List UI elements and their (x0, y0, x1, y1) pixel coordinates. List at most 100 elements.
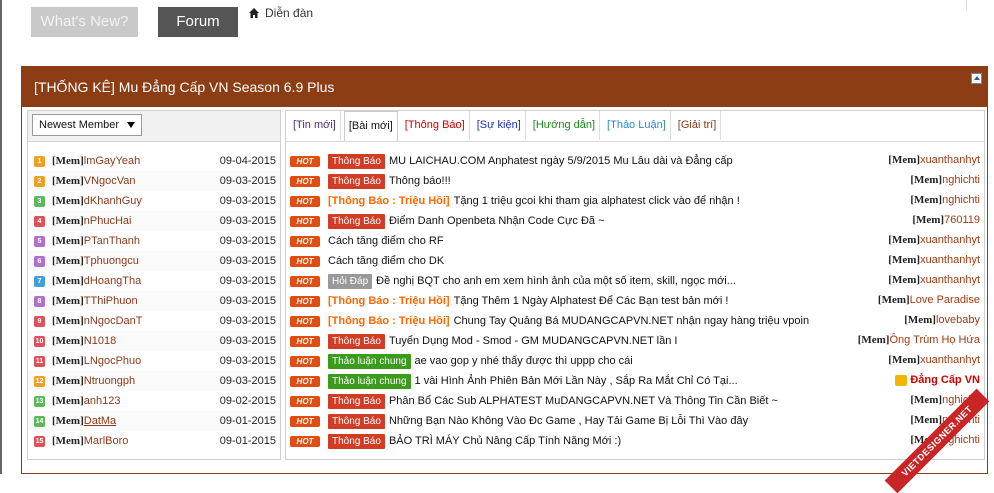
member-name-link[interactable]: anh123 (84, 395, 121, 407)
rank-icon: 1 (34, 155, 45, 167)
thread-title-link[interactable]: Tặng 1 triệu gcoi khi tham gia alphatest… (454, 195, 740, 207)
rank-icon: 8 (34, 295, 45, 307)
poster-name-link[interactable]: xuanthanhyt (920, 234, 980, 246)
member-row: 15 [Mem] MarlBoro 09-01-2015 (28, 431, 280, 451)
thread-title-link[interactable]: Thông báo!!! (389, 175, 451, 187)
tab-3[interactable]: [Sự kiện] (473, 111, 526, 140)
thread-title-link[interactable]: MU LAICHAU.COM Anphatest ngày 5/9/2015 M… (389, 155, 733, 167)
thread-prefix-label: [Thông Báo : Triệu Hồi] (328, 195, 450, 207)
poster-name-link[interactable]: 760119 (944, 214, 980, 226)
poster-name-link[interactable]: Ông Trùm Họ Hứa (889, 334, 980, 346)
tab-5[interactable]: [Thảo Luận] (603, 111, 671, 140)
member-filter-select[interactable]: Newest Member (32, 114, 142, 136)
thread-title-link[interactable]: Đề nghị BQT cho anh em xem hình ảnh của … (376, 275, 736, 287)
member-name-link[interactable]: dHoangTha (84, 275, 142, 287)
member-join-date: 09-03-2015 (219, 195, 276, 207)
thread-prefix-badge: Thông Báo (328, 173, 385, 189)
thread-title-link[interactable]: Phân Bổ Các Sub ALPHATEST MuDANGCAPVN.NE… (389, 395, 778, 407)
thread-title-link[interactable]: Tuyển Dụng Mod - Smod - GM MUDANGCAPVN.N… (389, 335, 678, 347)
hot-icon: HOT (290, 255, 320, 267)
poster-name-link[interactable]: xuanthanhyt (920, 354, 980, 366)
member-name-link[interactable]: lmGayYeah (84, 155, 140, 167)
member-join-date: 09-03-2015 (219, 255, 276, 267)
thread-row: HOT Hỏi Đáp Đề nghị BQT cho anh em xem hìn… (286, 271, 984, 291)
member-name-link[interactable]: nPhucHai (84, 215, 132, 227)
thread-row: HOT Thông Báo Tuyển Dụng Mod - Smod - GM M… (286, 331, 984, 351)
member-group-tag: [Mem] (52, 235, 84, 247)
thread-title-link[interactable]: Cách tăng điểm cho DK (328, 255, 444, 267)
thread-prefix-badge: Thông Báo (328, 333, 385, 349)
member-name-link[interactable]: Ntruongph (84, 375, 135, 387)
member-join-date: 09-03-2015 (219, 375, 276, 387)
thread-title-link[interactable]: BẢO TRÌ MÁY Chủ Nâng Cấp Tính Năng Mới :… (389, 435, 621, 447)
member-group-tag: [Mem] (52, 155, 84, 167)
member-column-header: Newest Member (28, 111, 280, 142)
rank-icon: 2 (34, 175, 45, 187)
member-row: 4 [Mem] nPhucHai 09-03-2015 (28, 211, 280, 231)
tab-2[interactable]: [Thông Báo] (401, 111, 470, 140)
tab-6[interactable]: [Giải trí] (674, 111, 722, 140)
member-group-tag: [Mem] (52, 255, 84, 267)
member-name-link[interactable]: dKhanhGuy (84, 195, 142, 207)
thread-prefix-badge: Hỏi Đáp (328, 273, 373, 289)
poster-name-link[interactable]: xuanthanhyt (920, 274, 980, 286)
forum-button[interactable]: Forum (158, 7, 238, 37)
member-name-link[interactable]: TThiPhuon (84, 295, 138, 307)
tab-0[interactable]: [Tin mới] (289, 111, 341, 140)
member-row: 6 [Mem] Tphuongcu 09-03-2015 (28, 251, 280, 271)
tab-4[interactable]: [Hướng dẫn] (529, 111, 601, 140)
thread-last-poster: [Mem] Ông Trùm Họ Hứa (858, 334, 980, 346)
hot-icon: HOT (290, 235, 320, 247)
home-icon[interactable] (248, 7, 260, 19)
member-group-tag: [Mem] (52, 335, 84, 347)
hot-icon: HOT (290, 275, 320, 287)
member-name-link[interactable]: DatMa (84, 415, 116, 427)
thread-title-link[interactable]: Điểm Danh Openbeta Nhận Code Cực Đã ~ (389, 215, 605, 227)
member-group-tag: [Mem] (52, 415, 84, 427)
tab-1[interactable]: [Bài mới] (343, 111, 398, 141)
thread-row: HOT Thảo luận chung ae vao gop y nhé thấy … (286, 351, 984, 371)
rank-icon: 4 (34, 215, 45, 227)
member-name-link[interactable]: VNgocVan (84, 175, 136, 187)
thread-prefix-badge: Thảo luận chung (328, 373, 411, 389)
poster-name-link[interactable]: Đẳng Cấp VN (910, 374, 980, 386)
poster-name-link[interactable]: lovebaby (936, 314, 980, 326)
member-name-link[interactable]: MarlBoro (84, 435, 129, 447)
breadcrumb-forum-link[interactable]: Diễn đàn (265, 6, 313, 20)
thread-tabs: [Tin mới] [Bài mới] [Thông Báo] [Sự kiện] [H… (286, 111, 984, 142)
poster-name-link[interactable]: nghichti (942, 194, 980, 206)
member-name-link[interactable]: LNgocPhuo (84, 355, 142, 367)
thread-title-link[interactable]: Cách tăng điểm cho RF (328, 235, 444, 247)
thread-list: HOT Thông Báo MU LAICHAU.COM Anphatest ngà… (286, 151, 984, 451)
thread-title-link[interactable]: ae vao gop y nhé thấy được thì uppp cho … (415, 355, 633, 367)
thread-last-poster: [Mem] xuanthanhyt (888, 354, 980, 366)
thread-last-poster: [Mem] xuanthanhyt (888, 154, 980, 166)
poster-name-link[interactable]: nghichti (942, 174, 980, 186)
collapse-icon[interactable] (971, 73, 982, 84)
thread-row: HOT Cách tăng điểm cho DK [Mem] xuanthanhyt (286, 251, 984, 271)
thread-title-link[interactable]: Chung Tay Quảng Bá MUDANGCAPVN.NET nhận … (454, 315, 809, 327)
thread-title-link[interactable]: 1 vài Hình Ảnh Phiên Bản Mới Lần Này , S… (415, 375, 738, 387)
member-column: Newest Member 1 [Mem] lmGayYeah 09-04-2015 2… (27, 110, 281, 460)
member-name-link[interactable]: N1018 (84, 335, 116, 347)
member-name-link[interactable]: Tphuongcu (84, 255, 139, 267)
member-row: 10 [Mem] N1018 09-03-2015 (28, 331, 280, 351)
panel-title: [THỐNG KÊ] Mu Đẳng Cấp VN Season 6.9 Plu… (34, 79, 335, 95)
thread-last-poster: Đẳng Cấp VN (895, 374, 980, 386)
member-list: 1 [Mem] lmGayYeah 09-04-2015 2 [Mem] VNgocVan 0… (28, 151, 280, 451)
thread-title-link[interactable]: Những Bạn Nào Không Vào Đc Game , Hay Tả… (389, 415, 748, 427)
poster-name-link[interactable]: xuanthanhyt (920, 254, 980, 266)
thread-prefix-badge: Thông Báo (328, 413, 385, 429)
member-name-link[interactable]: nNgocDanT (84, 315, 143, 327)
rank-icon: 9 (34, 315, 45, 327)
thread-last-poster: [Mem]nghichti (910, 194, 980, 206)
poster-group-tag: [Mem] (910, 414, 943, 426)
poster-group-tag: [Mem] (888, 254, 921, 266)
hot-icon: HOT (290, 375, 320, 387)
rank-icon: 14 (34, 415, 45, 427)
member-name-link[interactable]: PTanThanh (84, 235, 140, 247)
whats-new-button[interactable]: What's New? (31, 7, 138, 37)
poster-name-link[interactable]: xuanthanhyt (920, 154, 980, 166)
thread-title-link[interactable]: Tặng Thêm 1 Ngày Alphatest Để Các Bạn te… (454, 295, 729, 307)
poster-name-link[interactable]: Love Paradise (910, 294, 980, 306)
